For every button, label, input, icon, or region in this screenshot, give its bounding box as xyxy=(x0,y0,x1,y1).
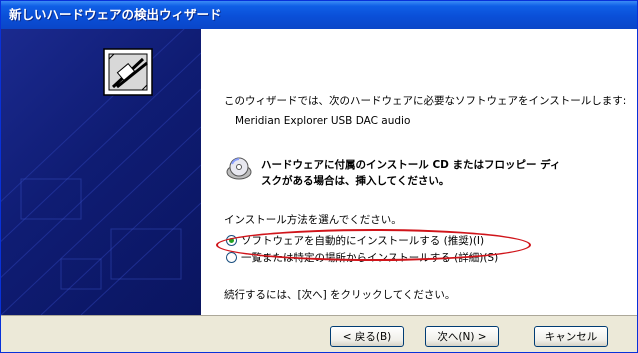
cd-notice-line1: ハードウェアに付属のインストール CD またはフロッピー ディ xyxy=(261,159,561,171)
hardware-card-icon xyxy=(103,48,153,96)
button-bar: < 戻る(B) 次へ(N) > キャンセル xyxy=(1,316,637,352)
wizard-banner xyxy=(1,29,201,315)
window-title: 新しいハードウェアの検出ウィザード xyxy=(9,7,222,22)
back-button[interactable]: < 戻る(B) xyxy=(330,326,404,347)
title-bar[interactable]: 新しいハードウェアの検出ウィザード xyxy=(1,1,637,29)
wizard-content: このウィザードでは、次のハードウェアに必要なソフトウェアをインストールします: … xyxy=(201,29,637,315)
wizard-window: 新しいハードウェアの検出ウィザード このウィザードでは、次のハードウェアに必要な… xyxy=(0,0,638,353)
device-name: Meridian Explorer USB DAC audio xyxy=(235,115,411,127)
highlight-ellipse xyxy=(216,229,531,261)
next-button[interactable]: 次へ(N) > xyxy=(425,326,499,347)
manual-install-radio[interactable] xyxy=(226,252,237,263)
cd-notice-line2: スクがある場合は、挿入してください。 xyxy=(261,175,450,187)
cd-disc-icon xyxy=(226,157,252,180)
banner-graphic xyxy=(1,29,201,315)
continue-hint: 続行するには、[次へ] をクリックしてください。 xyxy=(224,289,456,301)
cancel-button[interactable]: キャンセル xyxy=(534,326,608,347)
intro-text: このウィザードでは、次のハードウェアに必要なソフトウェアをインストールします: xyxy=(224,95,627,107)
choose-method-label: インストール方法を選んでください。 xyxy=(224,214,402,226)
